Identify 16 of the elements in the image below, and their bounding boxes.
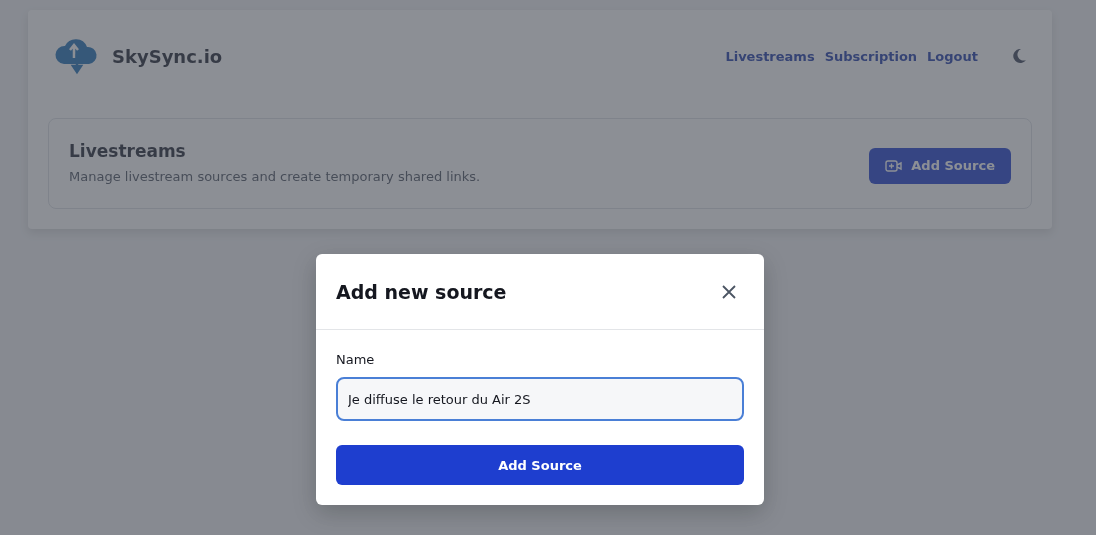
nav-link[interactable]: Subscription bbox=[824, 48, 918, 64]
moon-icon bbox=[1010, 47, 1028, 65]
nav-link[interactable]: Livestreams bbox=[725, 48, 815, 64]
field-label: Name bbox=[336, 352, 376, 367]
name-field[interactable]: Je diffuse le retour du Air 2S bbox=[336, 377, 744, 421]
dialog-title: Add new source bbox=[336, 280, 507, 303]
video-plus-icon bbox=[885, 158, 904, 173]
section-title: Livestreams bbox=[69, 141, 187, 161]
theme-toggle[interactable] bbox=[1010, 47, 1028, 65]
close-icon bbox=[722, 284, 736, 299]
add-source-button[interactable]: Add Source bbox=[869, 147, 1011, 184]
brand-name: SkySync.io bbox=[112, 45, 223, 67]
nav-link[interactable]: Logout bbox=[927, 48, 978, 64]
submit-button[interactable]: Add Source bbox=[336, 445, 744, 485]
close-button[interactable] bbox=[722, 284, 736, 299]
section-description: Manage livestream sources and create temporary shared links. bbox=[69, 169, 481, 184]
